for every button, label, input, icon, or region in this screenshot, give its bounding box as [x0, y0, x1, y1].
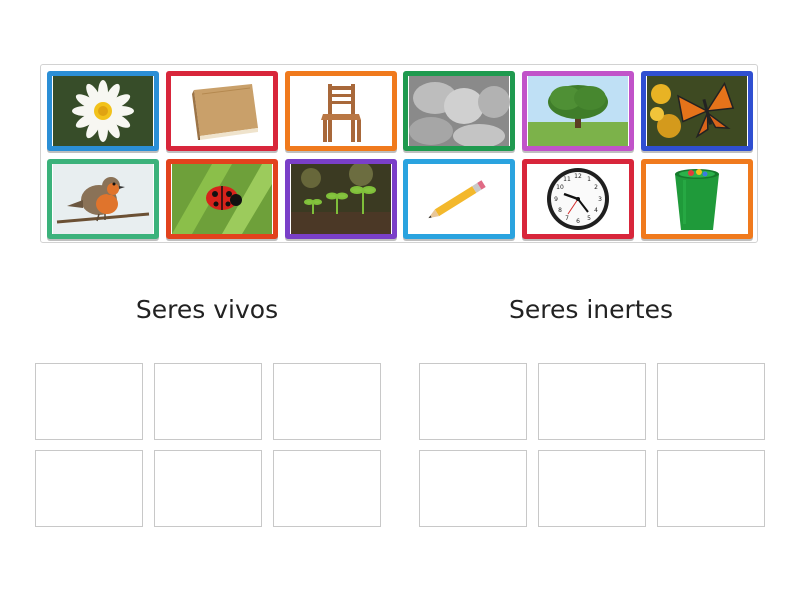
svg-text:5: 5 [587, 215, 591, 222]
drop-slot-vivos-2[interactable] [154, 363, 262, 440]
drop-slot-vivos-5[interactable] [154, 450, 262, 527]
ladybug-card[interactable] [166, 159, 278, 239]
svg-text:9: 9 [554, 196, 558, 203]
svg-text:1: 1 [587, 176, 591, 183]
item-tray: 12 1 2 3 4 5 6 7 8 9 10 11 [40, 64, 758, 243]
ladybug-image [172, 164, 272, 234]
svg-text:11: 11 [563, 176, 571, 183]
tree-card[interactable] [522, 71, 634, 151]
butterfly-card[interactable] [641, 71, 753, 151]
drop-slot-inertes-1[interactable] [419, 363, 527, 440]
daisy-card[interactable] [47, 71, 159, 151]
sprouts-image [291, 164, 391, 234]
group-title-seres-inertes: Seres inertes [509, 295, 673, 324]
sprouts-card[interactable] [285, 159, 397, 239]
robin-card[interactable] [47, 159, 159, 239]
chair-image [291, 76, 391, 146]
bin-image [647, 164, 747, 234]
svg-text:4: 4 [594, 207, 598, 214]
book-image [172, 76, 272, 146]
clock-card[interactable]: 12 1 2 3 4 5 6 7 8 9 10 11 [522, 159, 634, 239]
drop-slot-vivos-1[interactable] [35, 363, 143, 440]
pencil-image [409, 164, 509, 234]
butterfly-image [647, 76, 747, 146]
clock-image: 12 1 2 3 4 5 6 7 8 9 10 11 [528, 164, 628, 234]
tree-image [528, 76, 628, 146]
robin-image [53, 164, 153, 234]
svg-text:12: 12 [574, 173, 582, 180]
drop-slot-vivos-4[interactable] [35, 450, 143, 527]
drop-slot-inertes-5[interactable] [538, 450, 646, 527]
svg-text:10: 10 [556, 184, 564, 191]
drop-slot-vivos-6[interactable] [273, 450, 381, 527]
stones-card[interactable] [403, 71, 515, 151]
bin-card[interactable] [641, 159, 753, 239]
chair-card[interactable] [285, 71, 397, 151]
svg-text:6: 6 [576, 218, 580, 225]
group-title-seres-vivos: Seres vivos [135, 295, 279, 324]
drop-slot-inertes-2[interactable] [538, 363, 646, 440]
drop-slot-vivos-3[interactable] [273, 363, 381, 440]
svg-text:3: 3 [598, 196, 602, 203]
svg-text:2: 2 [594, 184, 598, 191]
book-card[interactable] [166, 71, 278, 151]
svg-text:7: 7 [565, 215, 569, 222]
drop-slot-inertes-3[interactable] [657, 363, 765, 440]
svg-text:8: 8 [558, 207, 562, 214]
drop-slot-inertes-6[interactable] [657, 450, 765, 527]
pencil-card[interactable] [403, 159, 515, 239]
group-sort-activity: 12 1 2 3 4 5 6 7 8 9 10 11 Seres vivos S… [0, 0, 800, 600]
stones-image [409, 76, 510, 146]
daisy-image [53, 76, 153, 146]
drop-slot-inertes-4[interactable] [419, 450, 527, 527]
